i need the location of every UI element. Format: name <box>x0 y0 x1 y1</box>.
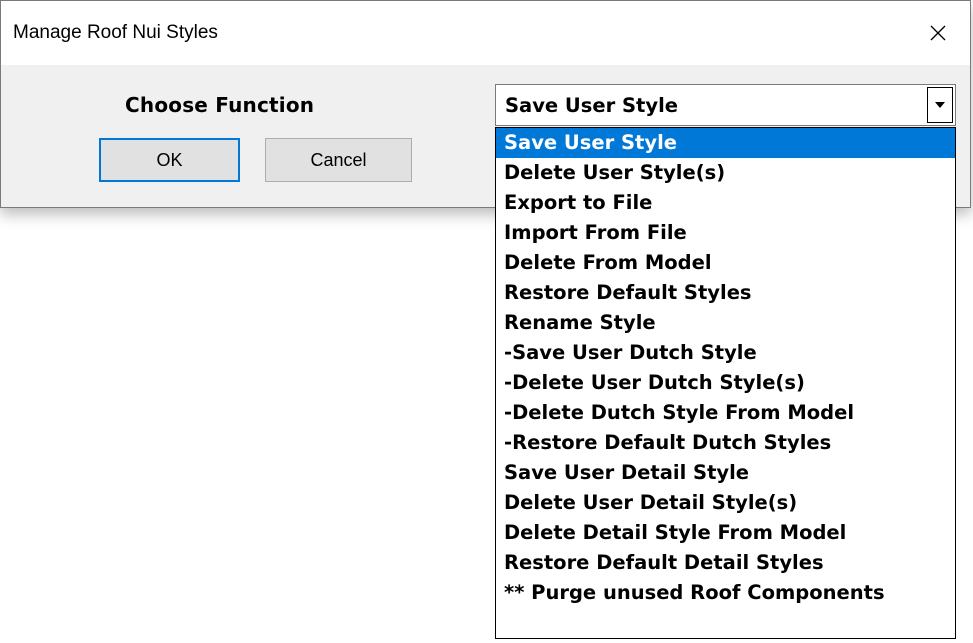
close-button[interactable] <box>906 1 970 65</box>
chevron-down-icon <box>935 102 945 108</box>
dropdown-option[interactable]: ** Purge unused Roof Components <box>496 578 955 608</box>
function-combobox[interactable]: Save User Style <box>495 84 956 126</box>
dropdown-option[interactable]: Import From File <box>496 218 955 248</box>
dropdown-option[interactable]: Rename Style <box>496 308 955 338</box>
dropdown-option[interactable]: -Save User Dutch Style <box>496 338 955 368</box>
dropdown-option[interactable]: Save User Detail Style <box>496 458 955 488</box>
dropdown-option[interactable]: Restore Default Styles <box>496 278 955 308</box>
dropdown-option[interactable]: Delete User Style(s) <box>496 158 955 188</box>
dropdown-option[interactable]: -Delete Dutch Style From Model <box>496 398 955 428</box>
dropdown-option[interactable]: Export to File <box>496 188 955 218</box>
dropdown-option[interactable]: Restore Default Detail Styles <box>496 548 955 578</box>
cancel-button[interactable]: Cancel <box>265 138 412 182</box>
dropdown-option[interactable]: Delete Detail Style From Model <box>496 518 955 548</box>
choose-function-label: Choose Function <box>125 93 315 117</box>
dropdown-option[interactable]: Save User Style <box>496 128 955 158</box>
combobox-value: Save User Style <box>505 94 678 117</box>
ok-button[interactable]: OK <box>99 138 240 182</box>
function-dropdown-list[interactable]: Save User Style Delete User Style(s) Expor… <box>495 127 956 639</box>
dropdown-option[interactable]: Delete From Model <box>496 248 955 278</box>
title-bar[interactable]: Manage Roof Nui Styles <box>1 1 970 65</box>
window-title: Manage Roof Nui Styles <box>13 22 218 43</box>
dropdown-arrow-button[interactable] <box>927 87 953 123</box>
close-icon <box>930 25 946 41</box>
dropdown-option[interactable]: -Delete User Dutch Style(s) <box>496 368 955 398</box>
dropdown-option[interactable]: -Restore Default Dutch Styles <box>496 428 955 458</box>
dropdown-option[interactable]: Delete User Detail Style(s) <box>496 488 955 518</box>
